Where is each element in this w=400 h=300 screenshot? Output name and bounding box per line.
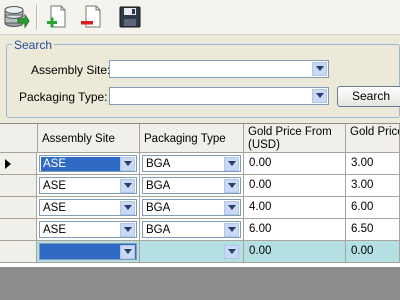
column-header-packaging-type[interactable]: Packaging Type [140,124,244,153]
table-cell-packaging-type[interactable]: BGA [140,153,244,175]
table-cell-assembly-site[interactable]: ASE [37,197,140,219]
table-cell-assembly-site[interactable]: ASE [37,219,140,241]
search-button[interactable]: Search [337,86,400,107]
row-header[interactable] [0,219,37,241]
chevron-down-icon[interactable] [224,245,239,259]
packaging-type-cell-dropdown[interactable]: BGA [142,177,241,194]
table-cell-assembly-site[interactable]: ASE [37,153,140,175]
cell-value: BGA [146,224,171,236]
current-row-icon [5,159,11,169]
new-row-cell-assembly-site[interactable] [37,241,140,263]
assembly-site-cell-dropdown[interactable] [39,243,137,260]
chevron-down-icon[interactable] [312,89,327,103]
new-document-icon[interactable] [44,3,72,31]
packaging-type-label: Packaging Type: [19,90,108,104]
chevron-down-icon[interactable] [120,179,135,193]
table-cell-gold-price-from[interactable]: 4.00 [244,197,346,219]
cell-value: 0.00 [249,179,272,191]
search-group-title: Search [12,38,55,52]
grid-empty-area [0,267,400,300]
assembly-site-cell-dropdown[interactable]: ASE [39,221,137,238]
table-cell-gold-price-to[interactable]: 3.00 [346,175,400,197]
column-header-assembly-site[interactable]: Assembly Site [38,124,140,153]
chevron-down-icon[interactable] [120,245,135,259]
cell-value: BGA [146,180,171,192]
assembly-site-cell-dropdown[interactable]: ASE [39,199,137,216]
column-header-gold-price-to[interactable]: Gold Price (USD) [346,124,400,153]
chevron-down-icon[interactable] [224,179,239,193]
new-row-cell-packaging-type[interactable] [140,241,244,263]
packaging-type-dropdown[interactable] [109,87,329,105]
table-cell-gold-price-to[interactable]: 6.50 [346,219,400,241]
chevron-down-icon[interactable] [312,62,327,76]
cell-value: 6.50 [351,223,374,235]
cell-value: ASE [43,224,67,236]
assembly-site-cell-dropdown[interactable]: ASE [39,155,137,172]
delete-document-icon[interactable] [78,3,106,31]
cell-value: 6.00 [351,201,374,213]
assembly-site-cell-dropdown[interactable]: ASE [39,177,137,194]
packaging-type-cell-dropdown[interactable] [142,243,241,260]
cell-value: 0.00 [351,245,374,257]
chevron-down-icon[interactable] [120,201,135,215]
cell-value: BGA [146,202,171,214]
row-header[interactable] [0,197,37,219]
table-cell-gold-price-from[interactable]: 6.00 [244,219,346,241]
data-grid: Assembly Site Packaging Type Gold Price … [0,123,400,268]
new-row-cell-gold-price-from[interactable]: 0.00 [244,241,346,263]
cell-value: ASE [43,202,67,214]
packaging-type-cell-dropdown[interactable]: BGA [142,221,241,238]
assembly-site-label: Assembly Site: [31,63,111,77]
row-header[interactable] [0,153,37,175]
cell-value: 3.00 [351,157,374,169]
chevron-down-icon[interactable] [120,223,135,237]
column-header-gold-price-from[interactable]: Gold Price From (USD) [244,124,346,153]
table-cell-gold-price-to[interactable]: 6.00 [346,197,400,219]
table-cell-packaging-type[interactable]: BGA [140,197,244,219]
chevron-down-icon[interactable] [224,201,239,215]
database-icon[interactable] [2,3,30,31]
chevron-down-icon[interactable] [224,157,239,171]
chevron-down-icon[interactable] [224,223,239,237]
row-header[interactable] [0,175,37,197]
row-header-corner [0,124,38,153]
table-cell-gold-price-from[interactable]: 0.00 [244,175,346,197]
chevron-down-icon[interactable] [120,157,135,171]
assembly-site-dropdown[interactable] [109,60,329,78]
new-row-header[interactable] [0,241,37,263]
new-row-cell-gold-price-to[interactable]: 0.00 [346,241,400,263]
cell-value: 4.00 [249,201,272,213]
cell-value: 3.00 [351,179,374,191]
packaging-type-cell-dropdown[interactable]: BGA [142,155,241,172]
save-icon[interactable] [116,3,144,31]
cell-value: ASE [41,157,120,171]
cell-value: ASE [43,180,67,192]
table-cell-packaging-type[interactable]: BGA [140,219,244,241]
table-cell-gold-price-from[interactable]: 0.00 [244,153,346,175]
table-cell-assembly-site[interactable]: ASE [37,175,140,197]
cell-value: 0.00 [249,157,272,169]
cell-value: BGA [146,158,171,170]
cell-value: 0.00 [249,245,272,257]
table-cell-gold-price-to[interactable]: 3.00 [346,153,400,175]
cell-value: 6.00 [249,223,272,235]
toolbar [0,0,400,35]
packaging-type-cell-dropdown[interactable]: BGA [142,199,241,216]
table-cell-packaging-type[interactable]: BGA [140,175,244,197]
